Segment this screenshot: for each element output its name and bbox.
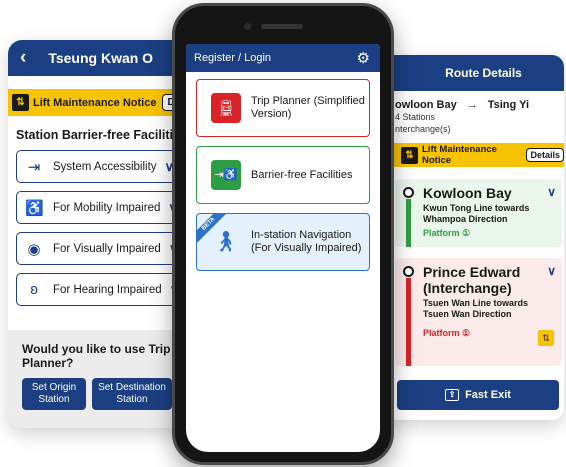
accessibility-icon: ⇥♿ [211, 160, 241, 190]
route-title: Route Details [445, 66, 522, 80]
facility-label: For Visually Impaired [53, 242, 161, 255]
facility-label: For Mobility Impaired [53, 201, 161, 214]
facility-label: System Accessibility [53, 160, 157, 173]
camera-icon [244, 23, 251, 30]
wheelchair-icon: ♿ [25, 199, 44, 217]
fast-exit-label: Fast Exit [465, 389, 511, 401]
tile-label: Barrier-free Facilities [251, 168, 353, 181]
line-color-bar [406, 278, 411, 366]
fast-exit-button[interactable]: ⇧ Fast Exit [397, 380, 559, 410]
chevron-down-icon[interactable]: ∨ [547, 264, 556, 278]
details-button[interactable]: Details [526, 148, 564, 162]
facility-label: For Hearing Impaired [53, 283, 162, 296]
stop-name: Prince Edward (Interchange) [423, 264, 521, 296]
stop-platform: Platform ① [423, 328, 471, 338]
center-phone: Register / Login ⚙ 🚆︎ Trip Planner (Simp… [172, 3, 394, 465]
set-destination-button[interactable]: Set Destination Station [92, 378, 172, 410]
chevron-down-icon[interactable]: ∨ [547, 185, 556, 199]
station-count: 4 Stations [395, 112, 436, 122]
train-icon: 🚆︎ [211, 93, 241, 123]
station-title: Tseung Kwan O [48, 50, 154, 66]
interchange-count: nterchange(s) [395, 124, 451, 134]
exit-icon: ⇧ [445, 389, 460, 401]
register-login-link[interactable]: Register / Login [194, 52, 271, 64]
speaker-grille [261, 24, 303, 29]
barrier-free-tile[interactable]: ⇥♿ Barrier-free Facilities [196, 146, 370, 204]
stop-card-prince-edward[interactable]: Prince Edward (Interchange) Tsuen Wan Li… [395, 258, 562, 366]
stop-line-direction: Tsuen Wan Line towards Tsuen Wan Directi… [423, 298, 529, 319]
trip-planner-tile[interactable]: 🚆︎ Trip Planner (Simplified Version) [196, 79, 370, 137]
ear-icon: ʚ [30, 281, 38, 298]
arrow-right-icon: → [466, 99, 478, 111]
gear-icon[interactable]: ⚙ [357, 49, 370, 67]
tile-label: Trip Planner (Simplified Version) [251, 95, 365, 120]
station-dot-icon [403, 266, 414, 277]
route-from: owloon Bay [395, 99, 457, 111]
lift-notice-text: Lift Maintenance Notice [422, 144, 497, 166]
route-header: Route Details [383, 55, 564, 91]
stop-name: Kowloon Bay [423, 185, 512, 201]
route-to: Tsing Yi [487, 99, 530, 111]
center-phone-screen: Register / Login ⚙ 🚆︎ Trip Planner (Simp… [186, 44, 380, 452]
set-origin-button[interactable]: Set Origin Station [22, 378, 86, 410]
visually-impaired-icon: 🚶︎ [213, 230, 239, 253]
eye-icon: ◉ [27, 240, 41, 258]
stop-platform: Platform ① [423, 228, 471, 238]
lift-notice-banner: ⇅ Lift Maintenance Notice Details [383, 143, 564, 167]
in-station-navigation-tile[interactable]: BETA 🚶︎ In-station Navigation (For Visua… [196, 213, 370, 271]
tile-label: In-station Navigation (For Visually Impa… [251, 229, 362, 254]
line-color-bar [406, 199, 411, 247]
right-phone-screen: Route Details owloon Bay → Tsing Yi 4 St… [383, 55, 564, 420]
station-dot-icon [403, 187, 414, 198]
lift-icon: ⇅ [401, 146, 418, 164]
stop-card-kowloon-bay[interactable]: Kowloon Bay Kwun Tong Line towards Whamp… [395, 179, 562, 247]
route-summary: owloon Bay → Tsing Yi 4 Stations ntercha… [383, 91, 564, 135]
door-icon: ⇥ [27, 158, 41, 176]
home-header: Register / Login ⚙ [186, 44, 380, 72]
lift-notice-text: Lift Maintenance Notice [33, 96, 157, 109]
lift-warning-icon: ⇅ [538, 330, 554, 346]
back-icon[interactable]: ‹ [20, 47, 26, 69]
stop-line-direction: Kwun Tong Line towards Whampoa Direction [423, 203, 530, 224]
lift-icon: ⇅ [12, 94, 29, 111]
